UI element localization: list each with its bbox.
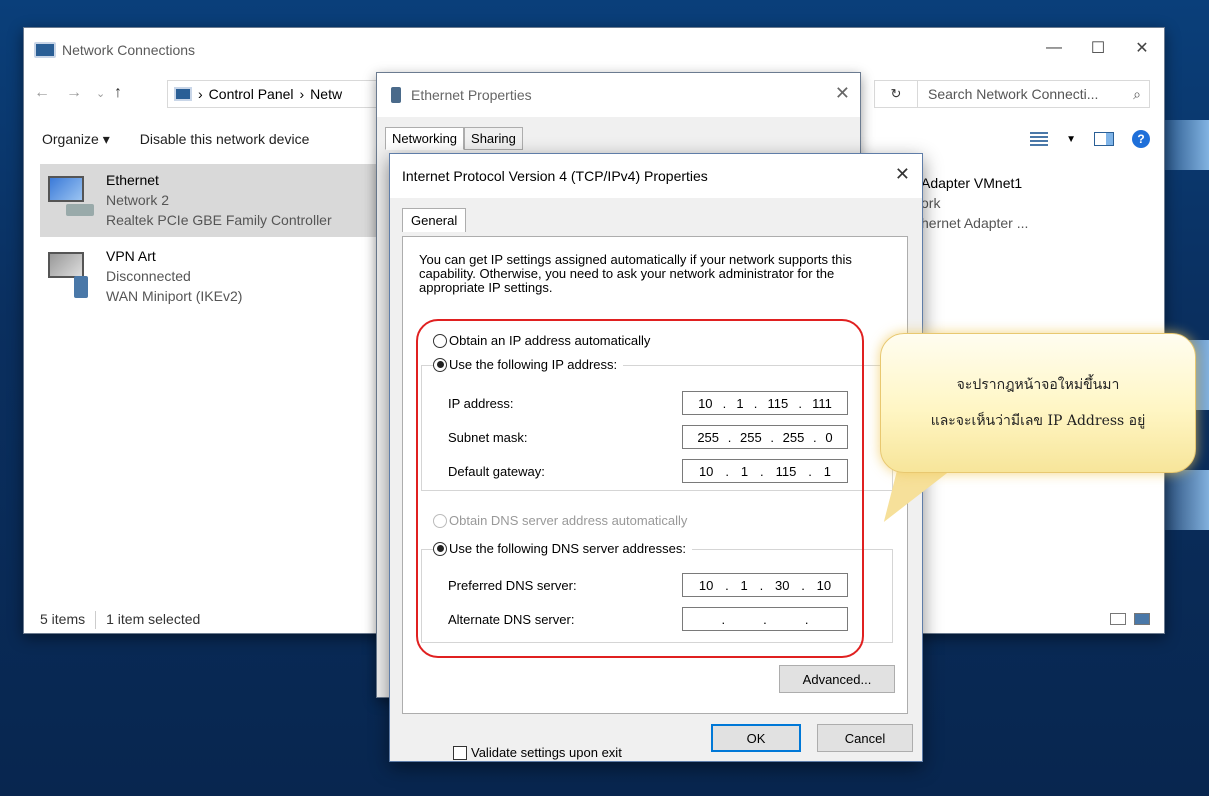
cancel-button[interactable]: Cancel <box>817 724 913 752</box>
radio-button[interactable] <box>433 541 447 556</box>
option-label: Obtain DNS server address automatically <box>449 513 688 528</box>
field-label: Preferred DNS server: <box>448 577 577 593</box>
close-icon[interactable]: ✕ <box>835 83 850 104</box>
intro-text: You can get IP settings assigned automat… <box>419 252 852 295</box>
refresh-icon: ↻ <box>890 86 902 101</box>
advanced-button[interactable]: Advanced... <box>779 665 895 693</box>
alternate-dns-field[interactable]: ... <box>682 607 848 631</box>
recent-dropdown-icon[interactable]: ⌄ <box>96 87 105 100</box>
ipv4-properties-dialog: Internet Protocol Version 4 (TCP/IPv4) P… <box>389 153 923 762</box>
disable-device-button[interactable]: Disable this network device <box>140 131 310 147</box>
tab-general[interactable]: General <box>402 208 467 232</box>
refresh-button[interactable]: ↻ <box>874 80 918 108</box>
item-count: 5 items <box>40 611 86 627</box>
titlebar: Network Connections <box>24 28 1164 72</box>
address-bar[interactable]: › Control Panel › Netw <box>167 80 397 108</box>
list-item-vpn[interactable]: VPN Art Disconnected WAN Miniport (IKEv2… <box>40 240 376 310</box>
callout-line-2: และจะเห็นว่ามีเลข IP Address อยู่ <box>930 413 1146 429</box>
status-bar: 5 items 1 item selected <box>40 611 200 629</box>
network-adapter-icon <box>44 170 96 226</box>
up-arrow-icon[interactable]: ↑ <box>114 84 122 102</box>
field-label: IP address: <box>448 395 514 411</box>
field-label: Alternate DNS server: <box>448 611 575 627</box>
list-item-vmnet1[interactable]: Adapter VMnet1 ork hernet Adapter ... <box>921 173 1028 233</box>
view-dropdown-icon[interactable]: ▼ <box>1066 134 1076 145</box>
preferred-dns-field[interactable]: 10. 1. 30. 10 <box>682 573 848 597</box>
organize-menu[interactable]: Organize ▾ <box>42 131 110 148</box>
dialog-title: Ethernet Properties <box>411 87 532 103</box>
dialog-title: Internet Protocol Version 4 (TCP/IPv4) P… <box>402 168 708 184</box>
radio-button[interactable] <box>433 333 447 348</box>
details-view-icon[interactable] <box>1110 613 1126 625</box>
breadcrumb-network[interactable]: Netw <box>310 86 342 102</box>
validate-checkbox[interactable] <box>453 745 467 760</box>
back-arrow-icon[interactable]: ← <box>34 84 50 102</box>
selection-count: 1 item selected <box>106 611 201 627</box>
use-following-dns-option[interactable]: Use the following DNS server addresses: <box>433 541 692 556</box>
breadcrumb-control-panel[interactable]: Control Panel <box>209 86 294 102</box>
list-item-ethernet[interactable]: Ethernet Network 2 Realtek PCIe GBE Fami… <box>40 164 376 237</box>
control-panel-icon <box>174 87 192 101</box>
default-gateway-row: Default gateway: 10. 1. 115. 1 <box>448 459 848 483</box>
window-title: Network Connections <box>62 42 196 58</box>
vpn-adapter-icon <box>44 246 96 302</box>
item-name: Ethernet <box>106 172 159 188</box>
subnet-mask-field[interactable]: 255. 255. 255. 0 <box>682 425 848 449</box>
checkbox-label: Validate settings upon exit <box>471 745 622 760</box>
field-label: Default gateway: <box>448 463 545 479</box>
validate-settings-option[interactable]: Validate settings upon exit <box>453 745 622 760</box>
field-label: Subnet mask: <box>448 429 528 445</box>
close-icon[interactable]: ✕ <box>895 164 910 185</box>
search-input[interactable]: Search Network Connecti... ⌕ <box>917 80 1150 108</box>
close-button[interactable]: ✕ <box>1120 28 1164 68</box>
obtain-ip-auto-option[interactable]: Obtain an IP address automatically <box>433 333 650 348</box>
maximize-button[interactable]: ☐ <box>1076 28 1120 68</box>
alternate-dns-row: Alternate DNS server: ... <box>448 607 848 631</box>
ip-address-row: IP address: 10. 1. 115. 111 <box>448 391 848 415</box>
option-label: Use the following DNS server addresses: <box>449 541 686 556</box>
radio-button[interactable] <box>433 513 447 528</box>
item-adapter: hernet Adapter ... <box>921 215 1029 231</box>
obtain-dns-auto-option[interactable]: Obtain DNS server address automatically <box>433 513 687 528</box>
large-icons-view-icon[interactable] <box>1134 613 1150 625</box>
search-icon: ⌕ <box>1133 85 1141 102</box>
item-network: Network 2 <box>106 192 170 208</box>
callout-line-1: จะปรากฎหน้าจอใหม่ขึ้นมา <box>956 377 1120 393</box>
ip-address-field[interactable]: 10. 1. 115. 111 <box>682 391 848 415</box>
option-label: Obtain an IP address automatically <box>449 333 651 348</box>
preview-pane-icon[interactable] <box>1094 132 1114 146</box>
ethernet-plug-icon <box>391 87 401 103</box>
search-placeholder: Search Network Connecti... <box>928 86 1099 102</box>
option-label: Use the following IP address: <box>449 357 618 372</box>
item-adapter: WAN Miniport (IKEv2) <box>106 288 243 304</box>
item-network: Disconnected <box>106 268 191 284</box>
item-name: Adapter VMnet1 <box>921 175 1023 191</box>
item-adapter: Realtek PCIe GBE Family Controller <box>106 212 332 228</box>
general-panel: You can get IP settings assigned automat… <box>402 236 908 760</box>
ok-button[interactable]: OK <box>711 724 801 752</box>
tab-networking[interactable]: Networking <box>385 127 465 150</box>
tab-sharing[interactable]: Sharing <box>464 127 523 150</box>
default-gateway-field[interactable]: 10. 1. 115. 1 <box>682 459 848 483</box>
use-following-ip-option[interactable]: Use the following IP address: <box>433 357 624 372</box>
network-connections-icon <box>34 42 56 58</box>
subnet-mask-row: Subnet mask: 255. 255. 255. 0 <box>448 425 848 449</box>
radio-button[interactable] <box>433 357 447 372</box>
item-network: ork <box>921 195 941 211</box>
forward-arrow-icon[interactable]: → <box>66 84 82 102</box>
minimize-button[interactable]: — <box>1032 28 1076 68</box>
item-name: VPN Art <box>106 248 156 264</box>
annotation-callout: จะปรากฎหน้าจอใหม่ขึ้นมา และจะเห็นว่ามีเล… <box>880 333 1196 473</box>
change-view-icon[interactable] <box>1030 132 1049 146</box>
help-icon[interactable]: ? <box>1132 130 1150 148</box>
preferred-dns-row: Preferred DNS server: 10. 1. 30. 10 <box>448 573 848 597</box>
